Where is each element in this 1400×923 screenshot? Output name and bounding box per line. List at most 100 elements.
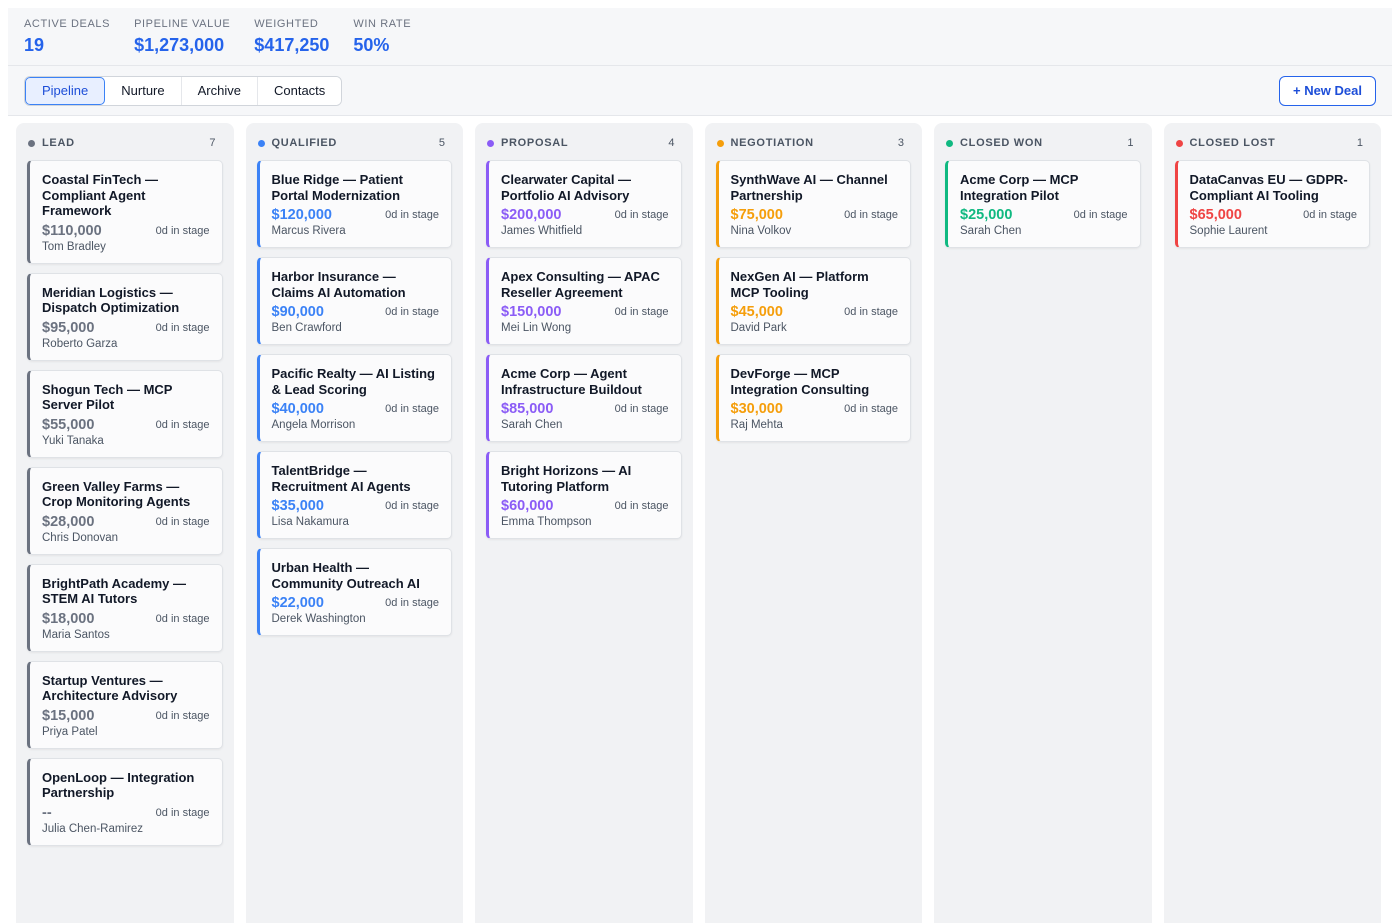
stat-pipeline-value: PIPELINE VALUE $1,273,000	[134, 18, 230, 65]
column-lead: LEAD 7 Coastal FinTech — Compliant Agent F…	[16, 123, 234, 923]
deal-meta-row: $40,000 0d in stage	[272, 401, 440, 417]
deal-value: $75,000	[730, 207, 783, 223]
deal-title: Acme Corp — MCP Integration Pilot	[960, 172, 1079, 203]
deal-stage-age: 0d in stage	[385, 500, 439, 512]
deal-title: Blue Ridge — Patient Portal Modernizatio…	[271, 172, 403, 203]
deal-card[interactable]: DevForge — MCP Integration Consulting $30…	[715, 354, 911, 442]
status-dot-icon	[257, 139, 265, 147]
deal-value: $90,000	[271, 304, 324, 320]
deal-value: $15,000	[42, 707, 95, 724]
deal-card[interactable]: Urban Health — Community Outreach AI $22,…	[256, 548, 452, 636]
deal-meta-row: $60,000 0d in stage	[501, 498, 669, 514]
deal-title: SynthWave AI — Channel Partnership	[730, 172, 888, 203]
deal-card[interactable]: Blue Ridge — Patient Portal Modernizatio…	[256, 160, 452, 248]
deal-title: Meridian Logistics — Dispatch Optimizati…	[42, 284, 180, 316]
tab-contacts[interactable]: Contacts	[257, 76, 342, 105]
column-header: LEAD 7	[27, 135, 223, 151]
deal-meta-row: $200,000 0d in stage	[501, 207, 669, 223]
deal-card[interactable]: BrightPath Academy — STEM AI Tutors $18,0…	[27, 563, 223, 652]
deal-owner: Mei Lin Wong	[501, 322, 572, 334]
deal-owner: Emma Thompson	[501, 516, 592, 528]
deal-card[interactable]: Shogun Tech — MCP Server Pilot $55,000 0d …	[27, 369, 223, 458]
deal-meta-row: $22,000 0d in stage	[272, 595, 440, 611]
tab-nurture[interactable]: Nurture	[105, 76, 182, 105]
deal-card[interactable]: Harbor Insurance — Claims AI Automation $…	[256, 257, 452, 345]
deal-stage-age: 0d in stage	[844, 403, 898, 415]
deal-card[interactable]: Bright Horizons — AI Tutoring Platform $6…	[486, 451, 682, 539]
deal-meta-row: $25,000 0d in stage	[960, 207, 1128, 223]
column-title: CLOSED WON	[960, 137, 1043, 149]
deal-owner: Derek Washington	[271, 613, 366, 625]
deal-card[interactable]: TalentBridge — Recruitment AI Agents $35,…	[256, 451, 452, 539]
deal-value: $55,000	[42, 416, 95, 433]
deal-title: Shogun Tech — MCP Server Pilot	[42, 381, 173, 413]
deal-card[interactable]: SynthWave AI — Channel Partnership $75,00…	[715, 160, 911, 248]
column-negotiation: NEGOTIATION 3 SynthWave AI — Channel Partn…	[704, 123, 922, 923]
deal-value: $120,000	[271, 207, 332, 223]
deal-title: Clearwater Capital — Portfolio AI Adviso…	[501, 172, 632, 203]
kanban-board: LEAD 7 Coastal FinTech — Compliant Agent F…	[16, 123, 1400, 923]
deal-owner: Raj Mehta	[730, 419, 783, 431]
deal-title: Urban Health — Community Outreach AI	[271, 560, 420, 591]
deal-owner: Sarah Chen	[960, 225, 1022, 237]
deal-value: $30,000	[730, 401, 783, 417]
new-deal-button[interactable]: + New Deal	[1278, 75, 1376, 106]
deal-title: BrightPath Academy — STEM AI Tutors	[42, 575, 186, 607]
tab-archive[interactable]: Archive	[181, 76, 258, 105]
deal-card[interactable]: Pacific Realty — AI Listing & Lead Scori…	[256, 354, 452, 442]
deal-title: Acme Corp — Agent Infrastructure Buildou…	[501, 366, 642, 397]
status-dot-icon	[1175, 139, 1183, 147]
deal-value: $60,000	[501, 498, 554, 514]
stat-label: WIN RATE	[353, 18, 412, 30]
deal-value: $95,000	[42, 319, 95, 336]
deal-title: NexGen AI — Platform MCP Tooling	[730, 269, 869, 300]
deal-stage-age: 0d in stage	[155, 612, 210, 625]
deal-title: Startup Ventures — Architecture Advisory	[42, 672, 178, 704]
deal-card[interactable]: Coastal FinTech — Compliant Agent Framew…	[27, 160, 223, 264]
deal-card[interactable]: DataCanvas EU — GDPR-Compliant AI Toolin…	[1174, 160, 1370, 248]
deal-value: $45,000	[730, 304, 783, 320]
column-proposal: PROPOSAL 4 Clearwater Capital — Portfolio …	[475, 123, 693, 923]
deal-meta-row: $28,000 0d in stage	[42, 514, 210, 530]
deal-owner: Priya Patel	[42, 725, 98, 738]
column-title: NEGOTIATION	[730, 137, 814, 149]
deal-card[interactable]: Startup Ventures — Architecture Advisory…	[27, 660, 223, 749]
column-closed-lost: CLOSED LOST 1 DataCanvas EU — GDPR-Complia…	[1163, 123, 1381, 923]
deal-card[interactable]: NexGen AI — Platform MCP Tooling $45,000 0…	[715, 257, 911, 345]
deal-owner: Roberto Garza	[42, 337, 118, 350]
deal-title: DevForge — MCP Integration Consulting	[730, 366, 870, 397]
column-header: CLOSED WON 1	[945, 135, 1141, 151]
deal-card[interactable]: Clearwater Capital — Portfolio AI Adviso…	[486, 160, 682, 248]
deal-card[interactable]: Meridian Logistics — Dispatch Optimizati…	[27, 272, 223, 361]
deal-meta-row: $45,000 0d in stage	[731, 304, 899, 320]
deal-card[interactable]: OpenLoop — Integration Partnership -- 0d i…	[27, 757, 223, 846]
deal-card[interactable]: Acme Corp — Agent Infrastructure Buildou…	[486, 354, 682, 442]
deal-card[interactable]: Acme Corp — MCP Integration Pilot $25,000…	[945, 160, 1141, 248]
stat-label: PIPELINE VALUE	[134, 18, 231, 30]
stats-bar: ACTIVE DEALS 19 PIPELINE VALUE $1,273,00…	[8, 8, 1392, 66]
deal-stage-age: 0d in stage	[385, 306, 439, 318]
deal-owner: David Park	[730, 322, 787, 334]
deal-owner: Tom Bradley	[42, 240, 106, 253]
deal-stage-age: 0d in stage	[385, 209, 439, 221]
deal-card[interactable]: Apex Consulting — APAC Reseller Agreemen…	[486, 257, 682, 345]
deal-meta-row: $110,000 0d in stage	[42, 223, 210, 239]
deal-meta-row: $85,000 0d in stage	[501, 401, 669, 417]
deal-title: Pacific Realty — AI Listing & Lead Scori…	[271, 366, 436, 397]
deal-meta-row: $120,000 0d in stage	[272, 207, 440, 223]
deal-value: $150,000	[501, 304, 562, 320]
tab-pipeline[interactable]: Pipeline	[25, 76, 106, 105]
deal-title: Green Valley Farms — Crop Monitoring Age…	[42, 478, 191, 510]
deal-meta-row: $18,000 0d in stage	[42, 611, 210, 627]
deal-value: $22,000	[271, 595, 324, 611]
column-header: NEGOTIATION 3	[716, 135, 912, 151]
deal-card[interactable]: Green Valley Farms — Crop Monitoring Age…	[27, 466, 223, 555]
stat-label: ACTIVE DEALS	[24, 18, 111, 30]
deal-owner: Maria Santos	[42, 628, 110, 641]
deal-meta-row: $95,000 0d in stage	[42, 320, 210, 336]
deal-meta-row: $15,000 0d in stage	[42, 708, 210, 724]
column-title: PROPOSAL	[501, 137, 569, 149]
deal-stage-age: 0d in stage	[614, 306, 669, 318]
deal-title: Harbor Insurance — Claims AI Automation	[271, 269, 406, 300]
column-title: LEAD	[42, 137, 75, 149]
